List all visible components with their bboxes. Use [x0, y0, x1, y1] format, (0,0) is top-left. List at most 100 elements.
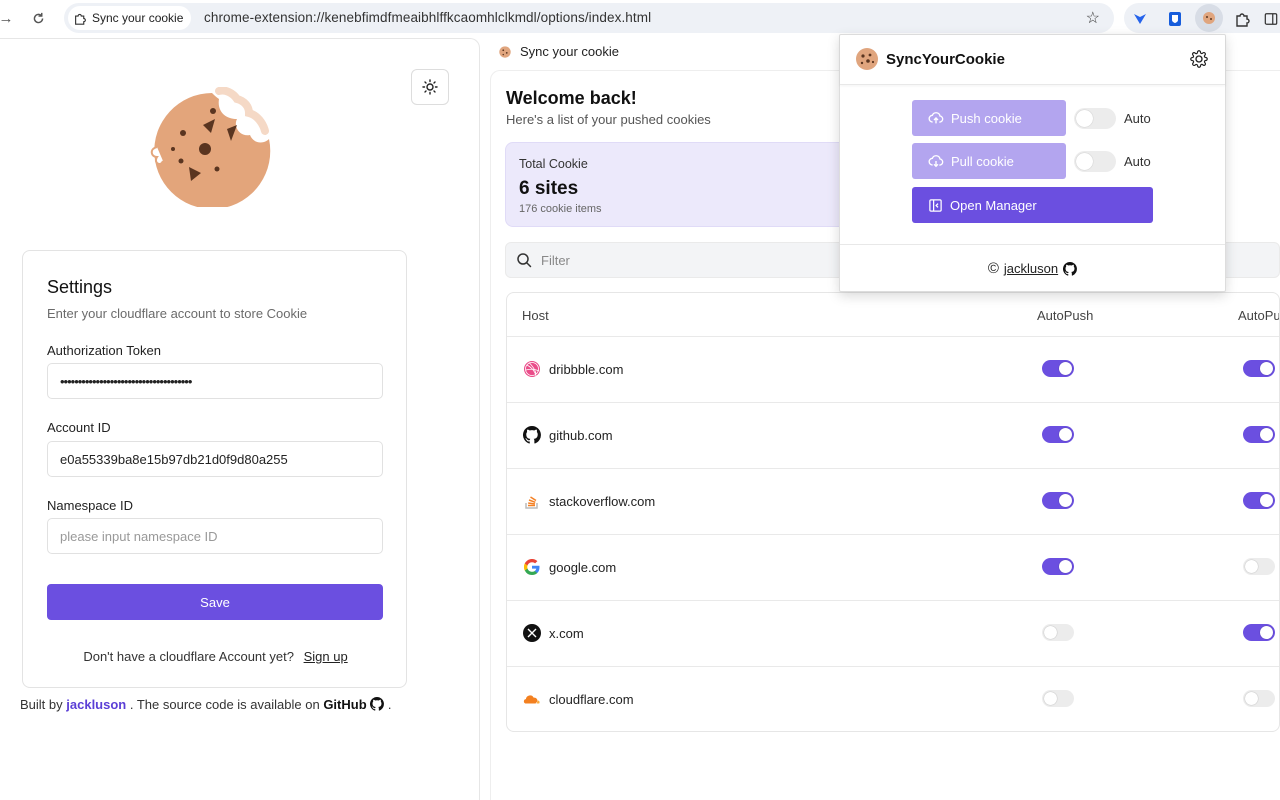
- autopull-toggle[interactable]: [1243, 360, 1275, 377]
- host-name: google.com: [549, 560, 616, 575]
- site-chip-label: Sync your cookie: [92, 11, 183, 25]
- autopush-toggle[interactable]: [1042, 492, 1074, 509]
- google-icon: [523, 558, 541, 576]
- autopush-toggle[interactable]: [1042, 426, 1074, 443]
- table-row: stackoverflow.com: [507, 468, 1280, 534]
- cloud-download-icon: [928, 153, 944, 169]
- cookie-table: Host AutoPush AutoPu dribbble.com github.…: [506, 292, 1280, 732]
- push-cookie-label: Push cookie: [951, 111, 1022, 126]
- signup-link[interactable]: Sign up: [304, 649, 348, 664]
- autopush-toggle[interactable]: [1042, 558, 1074, 575]
- github-icon: [523, 426, 541, 444]
- signup-prompt: Don't have a cloudflare Account yet? Sig…: [23, 649, 408, 664]
- bookmark-star-icon[interactable]: ☆: [1086, 8, 1100, 28]
- built-by-text: Built by: [20, 697, 63, 712]
- total-sites-value: 6 sites: [519, 178, 578, 200]
- autopull-toggle[interactable]: [1243, 624, 1275, 641]
- gear-icon[interactable]: [1190, 50, 1208, 68]
- table-row: dribbble.com: [507, 336, 1280, 402]
- cookie-illustration: [145, 87, 275, 207]
- autopush-toggle[interactable]: [1042, 624, 1074, 641]
- copyright-icon: ©: [988, 260, 999, 277]
- save-button[interactable]: Save: [47, 584, 383, 620]
- github-link[interactable]: GitHub: [323, 697, 366, 712]
- push-cookie-button[interactable]: Push cookie: [912, 100, 1066, 136]
- sidebar-icon[interactable]: [1260, 8, 1280, 30]
- column-host[interactable]: Host: [522, 308, 549, 323]
- popup-author-link[interactable]: jackluson: [1004, 261, 1058, 276]
- settings-subtitle: Enter your cloudflare account to store C…: [47, 306, 307, 321]
- extensions-puzzle-icon[interactable]: [1232, 8, 1254, 30]
- host-name: cloudflare.com: [549, 692, 634, 707]
- pull-cookie-button[interactable]: Pull cookie: [912, 143, 1066, 179]
- search-icon: [516, 252, 532, 268]
- autopull-toggle[interactable]: [1243, 558, 1275, 575]
- popup-footer: © jackluson: [840, 244, 1225, 292]
- host-name: x.com: [549, 626, 584, 641]
- token-label: Authorization Token: [47, 343, 161, 358]
- pull-cookie-label: Pull cookie: [951, 154, 1014, 169]
- cloudflare-icon: [523, 690, 541, 708]
- total-cookie-items: 176 cookie items: [519, 203, 602, 215]
- forward-icon[interactable]: →: [0, 8, 16, 28]
- popup-header: SyncYourCookie: [840, 35, 1225, 85]
- account-id-field[interactable]: e0a55339ba8e15b97db21d0f9d80a255: [47, 441, 383, 477]
- filter-placeholder: Filter: [541, 253, 570, 268]
- theme-toggle-button[interactable]: [411, 69, 449, 105]
- host-name: stackoverflow.com: [549, 494, 655, 509]
- github-icon[interactable]: [1063, 262, 1077, 276]
- sun-icon: [422, 79, 438, 95]
- autopull-toggle[interactable]: [1243, 492, 1275, 509]
- autopull-toggle[interactable]: [1243, 426, 1275, 443]
- settings-panel: Settings Enter your cloudflare account t…: [0, 38, 480, 800]
- built-by-footer: Built by jackluson . The source code is …: [20, 697, 392, 712]
- url-text[interactable]: chrome-extension://kenebfimdfmeaibhlffkc…: [204, 10, 651, 25]
- bitwarden-icon[interactable]: [1164, 8, 1186, 30]
- total-cookie-card: Total Cookie 6 sites 176 cookie items: [505, 142, 865, 227]
- cookie-logo-icon: [855, 47, 879, 71]
- page-tab-title-text: Sync your cookie: [520, 44, 619, 59]
- namespace-id-field[interactable]: please input namespace ID: [47, 518, 383, 554]
- table-row: github.com: [507, 402, 1280, 468]
- page-tab-title: Sync your cookie: [498, 44, 619, 59]
- table-row: x.com: [507, 600, 1280, 666]
- open-manager-button[interactable]: Open Manager: [912, 187, 1153, 223]
- column-autopull[interactable]: AutoPu: [1238, 308, 1280, 323]
- column-autopush[interactable]: AutoPush: [1037, 308, 1093, 323]
- site-info-chip[interactable]: Sync your cookie: [68, 6, 191, 30]
- pull-auto-label: Auto: [1124, 154, 1151, 169]
- extensions-area: [1124, 3, 1280, 33]
- syncyourcookie-extension-icon[interactable]: [1195, 4, 1223, 32]
- extension-puzzle-icon: [74, 12, 87, 25]
- autopush-toggle[interactable]: [1042, 360, 1074, 377]
- namespace-id-label: Namespace ID: [47, 498, 133, 513]
- popup-title: SyncYourCookie: [886, 51, 1005, 68]
- reload-icon[interactable]: [28, 8, 48, 28]
- welcome-subtitle: Here's a list of your pushed cookies: [506, 112, 711, 127]
- token-field[interactable]: •••••••••••••••••••••••••••••••••••••: [47, 363, 383, 399]
- footer-period: .: [388, 697, 392, 712]
- settings-card: Settings Enter your cloudflare account t…: [22, 250, 407, 688]
- settings-title: Settings: [47, 277, 112, 298]
- signup-prompt-text: Don't have a cloudflare Account yet?: [83, 649, 294, 664]
- vpn-extension-icon[interactable]: [1129, 8, 1151, 30]
- open-manager-label: Open Manager: [950, 198, 1037, 213]
- host-name: dribbble.com: [549, 362, 623, 377]
- address-bar[interactable]: Sync your cookie chrome-extension://kene…: [64, 3, 1114, 33]
- pull-auto-toggle[interactable]: [1074, 151, 1116, 172]
- autopull-toggle[interactable]: [1243, 690, 1275, 707]
- github-icon: [370, 697, 384, 711]
- dribbble-icon: [523, 360, 541, 378]
- welcome-title: Welcome back!: [506, 88, 637, 109]
- source-text: . The source code is available on: [130, 697, 320, 712]
- push-auto-toggle[interactable]: [1074, 108, 1116, 129]
- autopush-toggle[interactable]: [1042, 690, 1074, 707]
- author-link[interactable]: jackluson: [66, 697, 126, 712]
- table-row: cloudflare.com: [507, 666, 1280, 732]
- total-cookie-label: Total Cookie: [519, 157, 588, 171]
- panel-icon: [928, 198, 943, 213]
- x-icon: [523, 624, 541, 642]
- push-auto-label: Auto: [1124, 111, 1151, 126]
- extension-popup: SyncYourCookie Push cookie Auto Pull coo…: [839, 34, 1226, 292]
- host-name: github.com: [549, 428, 613, 443]
